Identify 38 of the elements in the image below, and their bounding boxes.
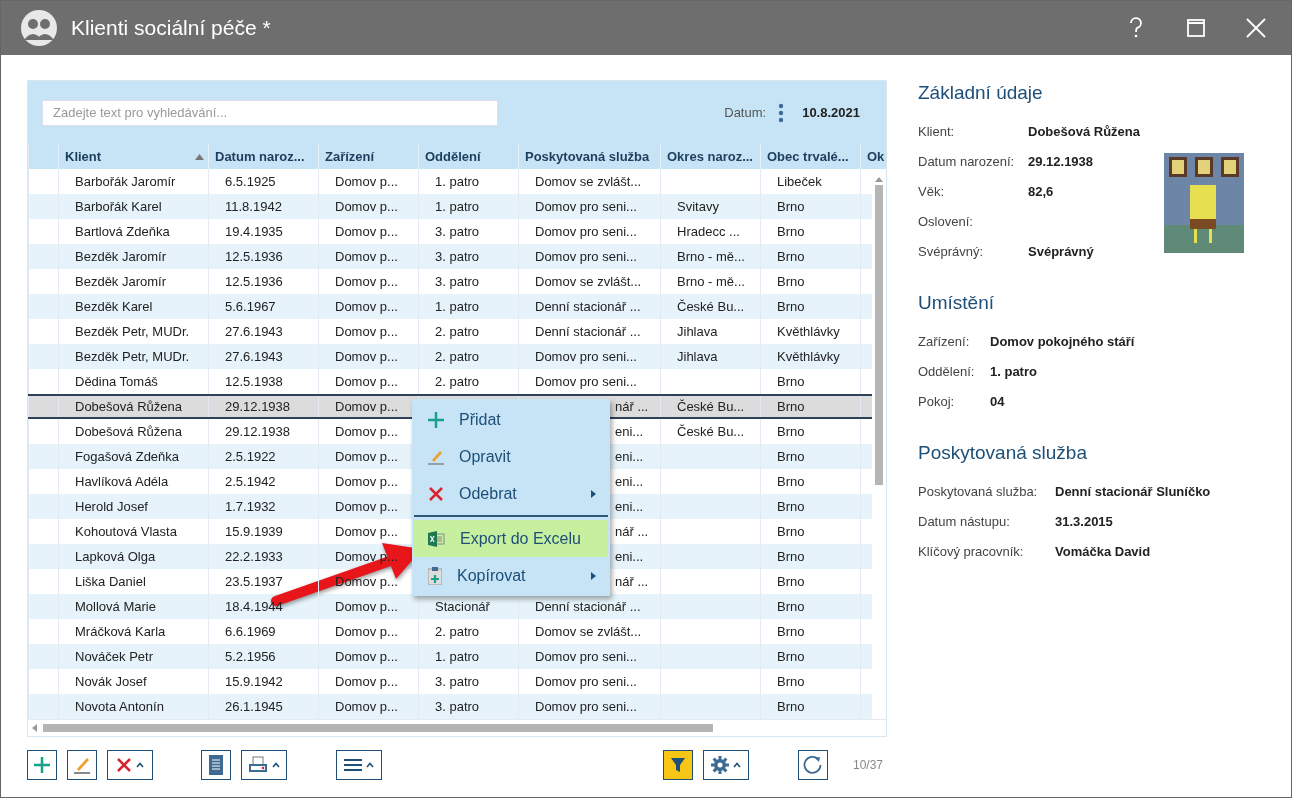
field-value: Denní stacionář Sluníčko [1055,483,1211,499]
table-cell: České Bu... [660,396,760,417]
field-label: Pokoj: [918,393,956,409]
field-value: 04 [990,393,1005,409]
field-label: Oddělení: [918,363,976,379]
window-title: Klienti sociální péče * [71,16,272,40]
field-value: 31.3.2015 [1055,513,1113,529]
field-value: Svéprávný [1028,243,1094,259]
table-cell: 26.1.1945 [208,694,318,719]
field-label: Datum narození: [918,153,1016,169]
field-label: Zařízení: [918,333,971,349]
field-value: 29.12.1938 [1028,153,1094,169]
field-label: Datum nástupu: [918,513,1011,529]
date-value: 10.8.2021 [802,105,860,120]
field-value: 82,6 [1028,183,1054,199]
field-label: Věk: [918,183,945,199]
field-label: Oslovení: [918,213,974,229]
field-label: Klient: [918,123,956,139]
table-cell: Domov pro seni... [518,694,660,719]
field-value: Vomáčka David [1055,543,1151,559]
table-cell: 29.12.1938 [208,396,318,417]
table-cell: Brno [760,694,860,719]
section-title: Základní údaje [918,82,1044,104]
record-count: 10/37 [853,758,884,772]
table-cell: Dobešová Růžena [58,396,208,417]
section-title: Umístění [918,292,996,314]
field-value: Domov pokojného stáří [990,333,1135,349]
date-label: Datum: [724,105,767,120]
table-cell: Brno [760,396,860,417]
field-value: Dobešová Růžena [1028,123,1140,139]
table-cell: Novota Antonín [58,694,208,719]
table-cell: Domov p... [318,694,418,719]
field-label: Klíčový pracovník: [918,543,1025,559]
section-title: Poskytovaná služba [918,442,1088,464]
field-value: 1. patro [990,363,1037,379]
table-cell: 3. patro [418,694,518,719]
field-label: Svéprávný: [918,243,985,259]
field-label: Poskytovaná služba: [918,483,1039,499]
